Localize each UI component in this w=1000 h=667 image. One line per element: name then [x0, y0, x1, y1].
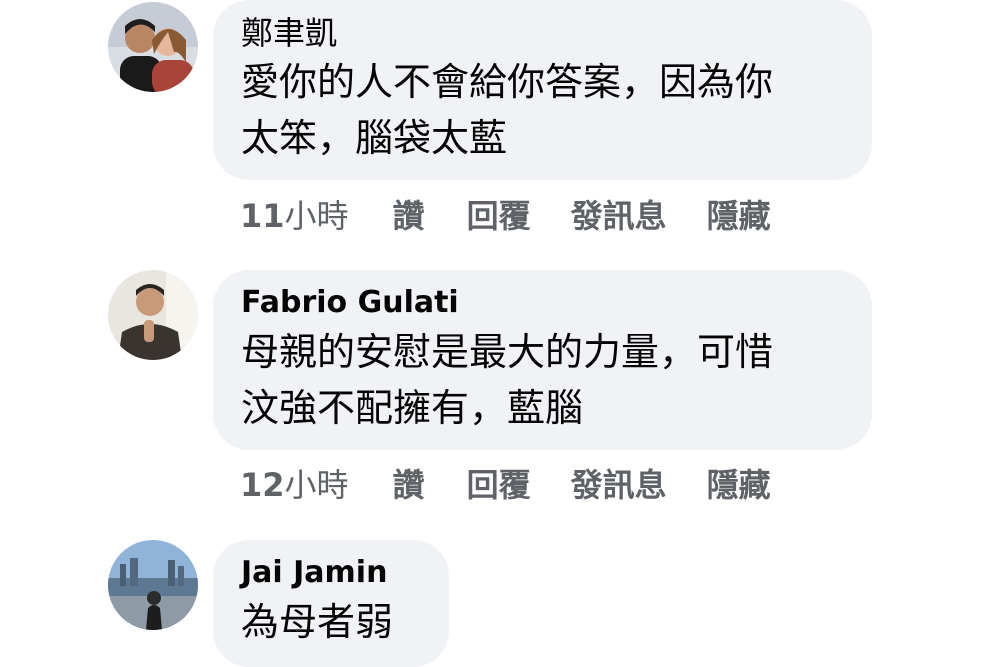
message-action[interactable]: 發訊息 — [571, 465, 667, 505]
avatar[interactable] — [108, 2, 198, 92]
profile-photo-cityscape-icon — [108, 540, 198, 630]
comment-time[interactable]: 12小時 — [240, 465, 349, 505]
profile-photo-couple-icon — [108, 2, 198, 92]
reply-action[interactable]: 回覆 — [467, 196, 531, 236]
comment-text: 愛你的人不會給你答案，因為你 太笨，腦袋太藍 — [241, 60, 774, 160]
comment-author[interactable]: Jai Jamin — [241, 554, 421, 592]
comment-actions: 12小時 讚 回覆 發訊息 隱藏 — [240, 465, 771, 505]
time-unit: 小時 — [284, 197, 349, 235]
comment-text: 為母者弱 — [241, 600, 394, 644]
comment-actions: 11小時 讚 回覆 發訊息 隱藏 — [240, 196, 771, 236]
hide-action[interactable]: 隱藏 — [707, 196, 771, 236]
profile-photo-person-icon — [108, 270, 198, 360]
like-action[interactable]: 讚 — [393, 465, 425, 505]
comment-bubble: 鄭聿凱 愛你的人不會給你答案，因為你 太笨，腦袋太藍 — [213, 0, 872, 180]
time-number: 12 — [240, 466, 285, 504]
time-number: 11 — [240, 197, 285, 235]
comment-bubble: Jai Jamin 為母者弱 — [213, 540, 449, 667]
avatar[interactable] — [108, 270, 198, 360]
comment-author[interactable]: 鄭聿凱 — [241, 14, 844, 52]
like-action[interactable]: 讚 — [393, 196, 425, 236]
hide-action[interactable]: 隱藏 — [707, 465, 771, 505]
comment-author[interactable]: Fabrio Gulati — [241, 284, 844, 322]
time-unit: 小時 — [284, 466, 349, 504]
comment-time[interactable]: 11小時 — [240, 196, 349, 236]
avatar[interactable] — [108, 540, 198, 630]
comment-bubble: Fabrio Gulati 母親的安慰是最大的力量，可惜 汶強不配擁有，藍腦 — [213, 270, 872, 450]
comment-text: 母親的安慰是最大的力量，可惜 汶強不配擁有，藍腦 — [241, 330, 774, 430]
message-action[interactable]: 發訊息 — [571, 196, 667, 236]
reply-action[interactable]: 回覆 — [467, 465, 531, 505]
